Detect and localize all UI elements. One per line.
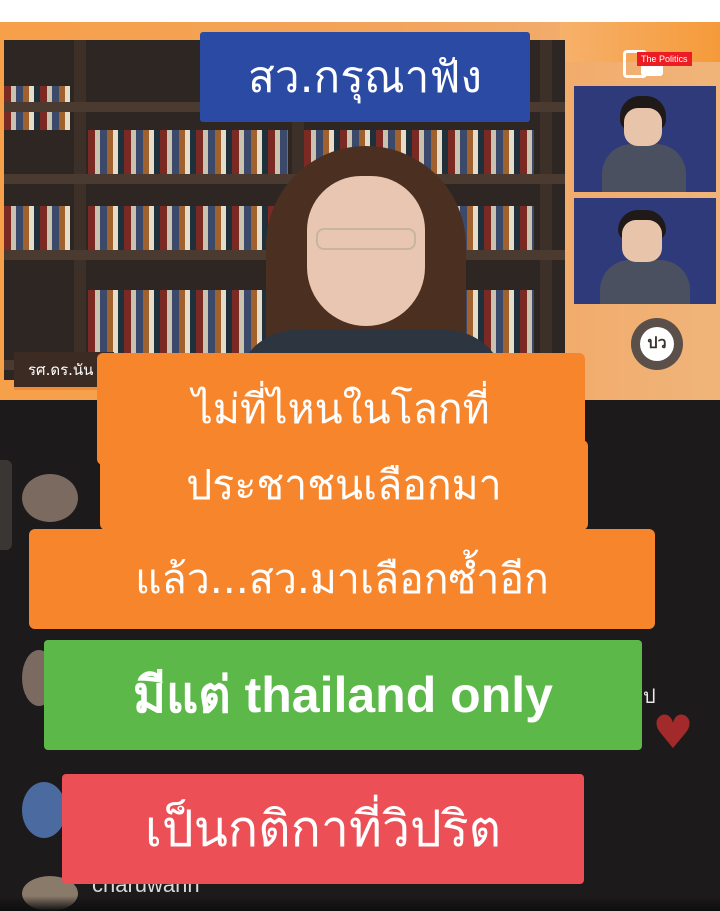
heart-icon[interactable]: ♥ <box>649 708 697 756</box>
logo-tag: The Politics <box>637 52 692 66</box>
caption-line-1: ไม่ที่ไหนในโลกที่ <box>97 353 585 465</box>
panelist-face <box>622 220 662 262</box>
caption-title: สว.กรุณาฟัง <box>200 32 530 122</box>
shelf-upright <box>540 40 552 380</box>
panelist-video-1 <box>574 86 716 192</box>
avatar[interactable] <box>22 782 66 838</box>
channel-badge-label: ปว <box>640 327 674 361</box>
panelist-body <box>602 144 686 192</box>
presenter-face <box>307 176 425 326</box>
books <box>4 206 70 250</box>
panelist-body <box>600 260 690 304</box>
caption-conclusion: เป็นกติกาที่วิปริต <box>62 774 584 884</box>
caption-highlight: มีแต่ thailand only <box>44 640 642 750</box>
shelf-upright <box>74 40 86 380</box>
panelist-face <box>624 108 662 146</box>
panelist-video-2 <box>574 198 716 304</box>
channel-badge-icon: ปว <box>631 318 683 370</box>
books <box>88 206 288 250</box>
top-strip <box>0 0 720 22</box>
shelf-board <box>4 174 565 184</box>
books <box>88 130 288 174</box>
channel-logo: The Politics <box>623 50 709 78</box>
scrollbar[interactable] <box>0 460 12 550</box>
presenter-glasses <box>316 228 416 250</box>
avatar[interactable] <box>22 474 78 522</box>
bottom-fade <box>0 896 720 911</box>
caption-line-3: แล้ว...สว.มาเลือกซ้ำอีก <box>29 529 655 629</box>
